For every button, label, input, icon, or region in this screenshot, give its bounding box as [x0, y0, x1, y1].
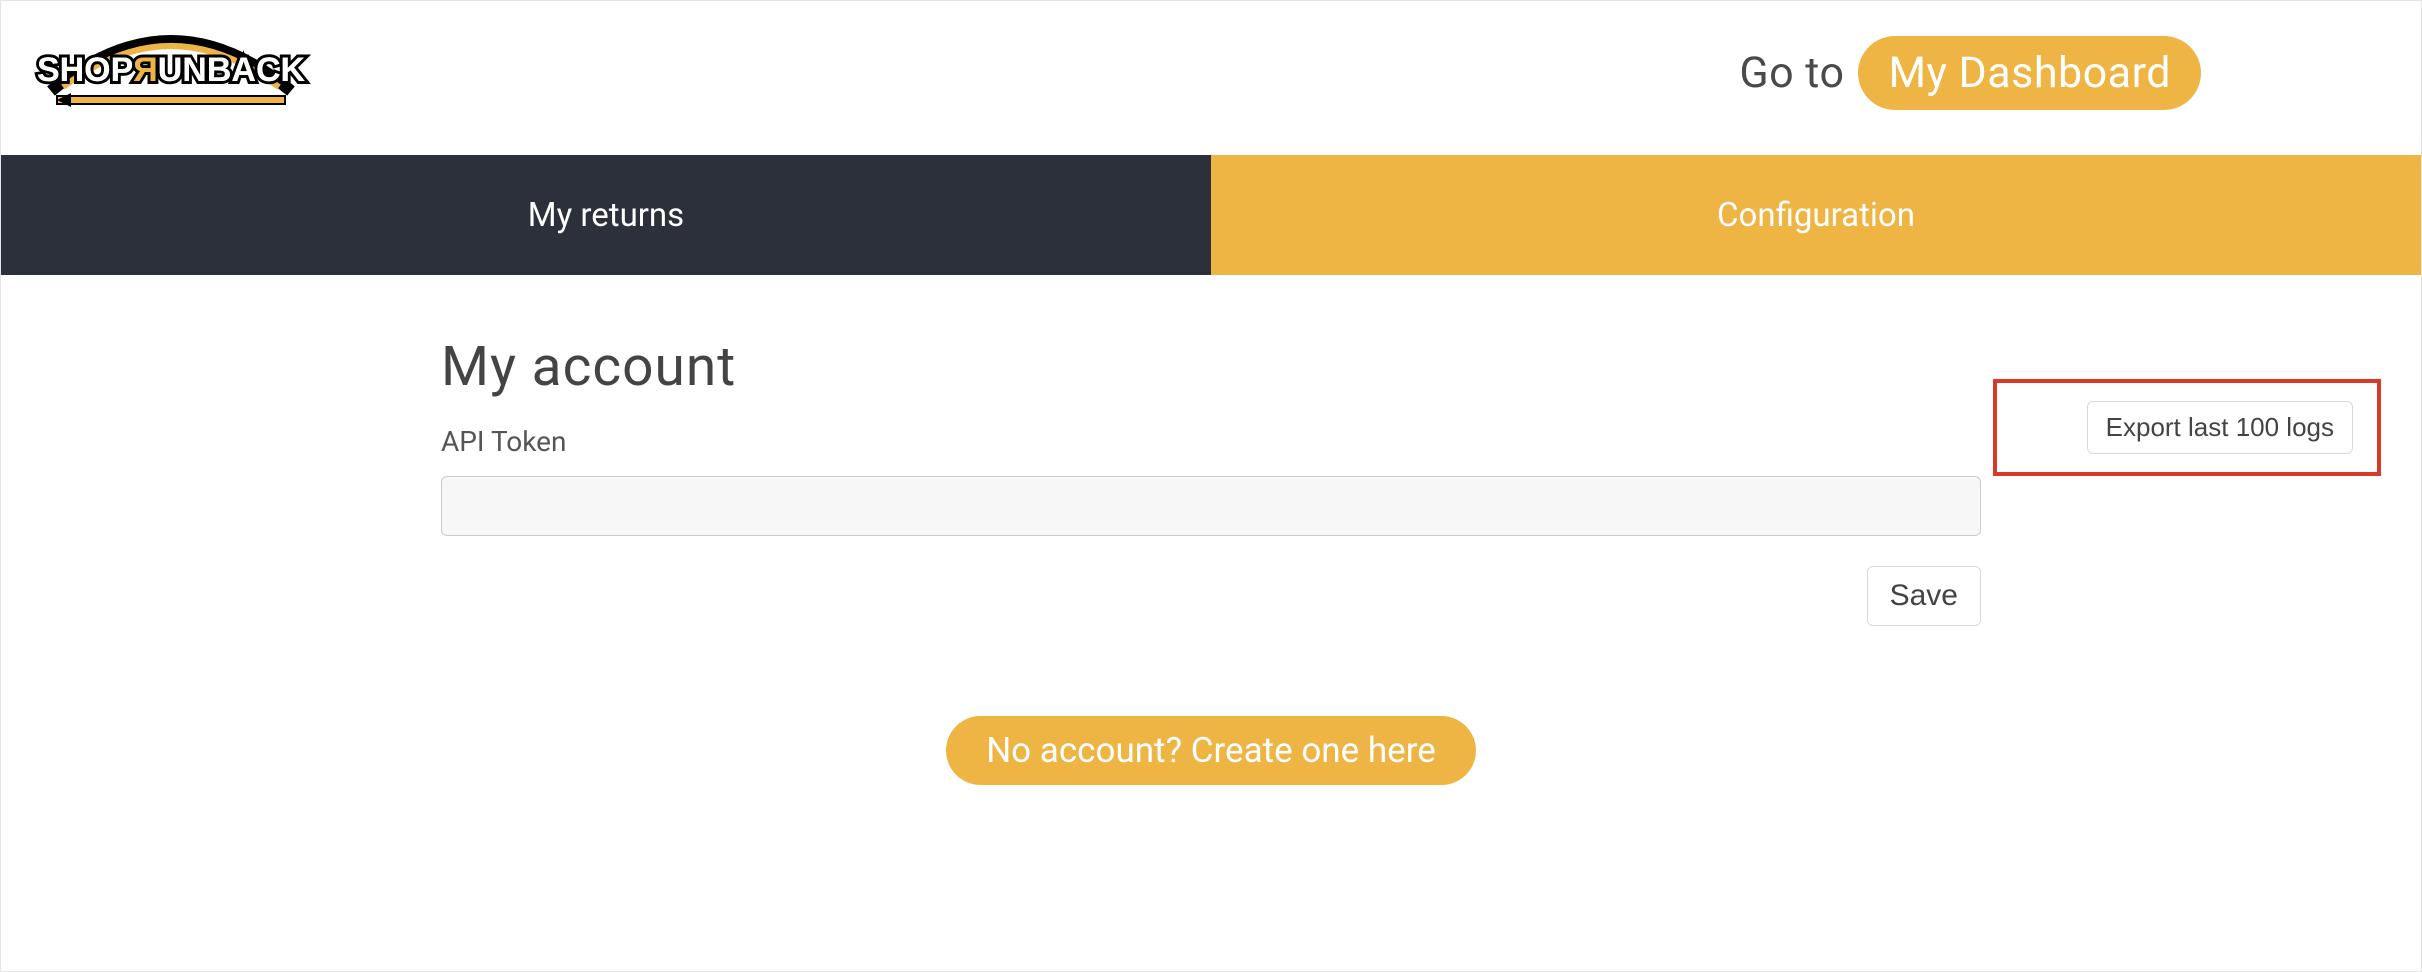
export-logs-button[interactable]: Export last 100 logs	[2087, 401, 2353, 454]
api-token-input[interactable]	[441, 476, 1981, 536]
page-title: My account	[441, 335, 736, 399]
api-token-label: API Token	[441, 425, 1981, 458]
tabs: My returns Configuration	[1, 155, 2421, 275]
tab-configuration[interactable]: Configuration	[1211, 155, 2421, 275]
content: My account API Token Save No account? Cr…	[1, 275, 2421, 785]
goto-label: Go to	[1739, 48, 1844, 98]
create-account-button[interactable]: No account? Create one here	[946, 716, 1476, 785]
tab-my-returns[interactable]: My returns	[1, 155, 1211, 275]
logo: SHOPЯUNBACK SHOPЯUNBACK	[31, 11, 311, 135]
header: SHOPЯUNBACK SHOPЯUNBACK Go to My Dashboa…	[1, 1, 2421, 145]
export-highlight: Export last 100 logs	[1993, 379, 2381, 476]
svg-text:SHOPЯUNBACK: SHOPЯUNBACK	[37, 51, 306, 89]
header-right: Go to My Dashboard	[1739, 36, 2201, 110]
my-dashboard-button[interactable]: My Dashboard	[1858, 36, 2201, 110]
save-button[interactable]: Save	[1867, 566, 1981, 626]
